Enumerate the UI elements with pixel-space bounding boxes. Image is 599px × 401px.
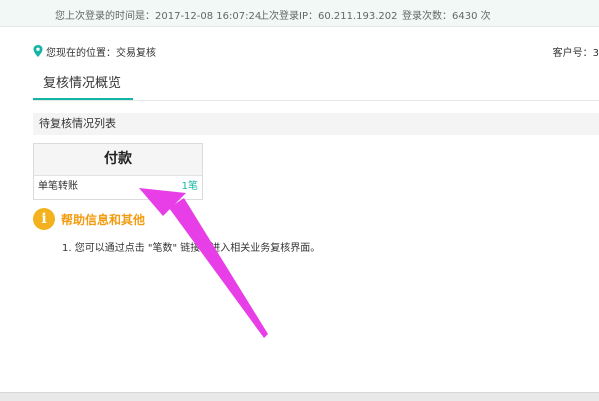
pending-review-section-title: 待复核情况列表	[33, 113, 599, 135]
list-item: 单笔转账 1笔	[34, 177, 202, 197]
tab-review-overview[interactable]: 复核情况概览	[33, 72, 133, 100]
top-info-bar: 您上次登录的时间是：2017-12-08 16:07:24 上次登录IP：60.…	[0, 0, 599, 27]
info-icon: i	[33, 208, 55, 230]
map-pin-icon	[33, 45, 43, 57]
login-count: 登录次数：6430 次	[402, 11, 491, 22]
customer-number: 客户号：3	[552, 48, 599, 59]
payment-card-title: 付款	[34, 144, 202, 176]
tab-bar: 复核情况概览	[33, 72, 599, 101]
last-login-time: 您上次登录的时间是：2017-12-08 16:07:24	[55, 11, 262, 22]
annotation-arrow	[139, 188, 268, 338]
single-transfer-count-link[interactable]: 1笔	[182, 177, 198, 197]
payment-card: 付款 单笔转账 1笔	[33, 143, 203, 200]
single-transfer-label: 单笔转账	[38, 181, 78, 192]
last-login-ip: 上次登录IP：60.211.193.202	[259, 11, 398, 22]
help-title: 帮助信息和其他	[61, 213, 146, 227]
help-item: 1. 您可以通过点击 "笔数" 链接，进入相关业务复核界面。	[62, 243, 321, 254]
breadcrumb-text: 您现在的位置：交易复核	[46, 48, 156, 59]
